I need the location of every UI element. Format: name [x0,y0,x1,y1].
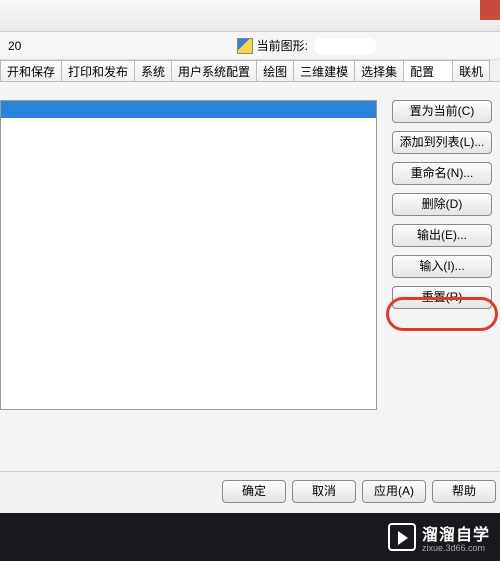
tab-open-save[interactable]: 开和保存 [0,60,62,81]
tab-3d-modeling[interactable]: 三维建模 [293,60,355,81]
reset-button[interactable]: 重置(R) [392,286,492,309]
tab-profiles[interactable]: 配置 [403,60,453,81]
list-item[interactable] [1,101,376,118]
help-button[interactable]: 帮助 [432,480,496,503]
header-row: 20 当前图形: [0,32,500,60]
tab-strip: 开和保存 打印和发布 系统 用户系统配置 绘图 三维建模 选择集 配置 联机 [0,60,500,82]
rename-button[interactable]: 重命名(N)... [392,162,492,185]
add-to-list-button[interactable]: 添加到列表(L)... [392,131,492,154]
import-button[interactable]: 输入(I)... [392,255,492,278]
close-icon[interactable] [480,0,500,20]
watermark-logo: 溜溜自学 zixue.3d66.com [388,521,490,553]
tab-print-publish[interactable]: 打印和发布 [61,60,135,81]
dialog-button-bar: 确定 取消 应用(A) 帮助 [0,471,500,511]
export-button[interactable]: 输出(E)... [392,224,492,247]
tab-system[interactable]: 系统 [134,60,172,81]
apply-button[interactable]: 应用(A) [362,480,426,503]
header-left-text: 20 [8,39,21,53]
watermark-sub-text: zixue.3d66.com [422,543,490,553]
delete-button[interactable]: 删除(D) [392,193,492,216]
tab-user-config[interactable]: 用户系统配置 [171,60,257,81]
profiles-listbox[interactable] [0,100,377,410]
side-button-group: 置为当前(C) 添加到列表(L)... 重命名(N)... 删除(D) 输出(E… [392,100,492,309]
watermark-main-text: 溜溜自学 [422,521,490,545]
set-current-button[interactable]: 置为当前(C) [392,100,492,123]
ok-button[interactable]: 确定 [222,480,286,503]
watermark-footer: 溜溜自学 zixue.3d66.com [0,513,500,561]
tab-drafting[interactable]: 绘图 [256,60,294,81]
drawing-name-field [314,38,376,54]
title-bar [0,0,500,32]
tab-selection[interactable]: 选择集 [354,60,404,81]
tab-online[interactable]: 联机 [452,60,490,81]
dialog-window: 20 当前图形: 开和保存 打印和发布 系统 用户系统配置 绘图 三维建模 选择… [0,0,500,561]
current-drawing-label: 当前图形: [257,37,308,54]
drawing-icon [237,38,253,54]
content-area: 置为当前(C) 添加到列表(L)... 重命名(N)... 删除(D) 输出(E… [0,82,500,512]
play-icon [388,523,416,551]
cancel-button[interactable]: 取消 [292,480,356,503]
